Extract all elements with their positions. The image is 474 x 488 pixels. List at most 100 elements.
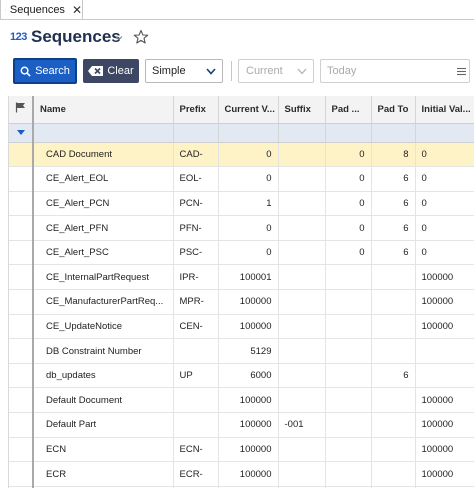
cell-pad-to: [371, 289, 416, 315]
column-header-prefix[interactable]: Prefix: [173, 96, 219, 124]
cell-suffix: [278, 264, 326, 291]
cell-prefix: PCN-: [173, 191, 219, 217]
search-button-label: Search: [35, 65, 70, 77]
cell-pad-character: [325, 264, 372, 291]
clear-button-label: Clear: [107, 65, 134, 77]
search-mode-select[interactable]: Simple: [145, 59, 223, 83]
table-row[interactable]: CE_Alert_PSC PSC- 0 0 6 0: [9, 240, 474, 266]
clear-icon: [88, 66, 104, 76]
row-flag-cell[interactable]: [9, 387, 34, 414]
cell-prefix: CEN-: [173, 314, 219, 340]
menu-icon[interactable]: [457, 67, 466, 76]
cell-current-value: 6000: [218, 363, 279, 389]
column-header-suffix[interactable]: Suffix: [278, 96, 326, 124]
cell-name: CE_UpdateNotice: [33, 314, 174, 340]
table-row[interactable]: CE_InternalPartRequest IPR- 100001 100000: [9, 264, 474, 291]
cell-pad-to: [371, 338, 416, 364]
cell-prefix: [173, 387, 219, 414]
column-header-name[interactable]: Name: [33, 96, 174, 124]
cell-pad-character: 0: [325, 191, 372, 217]
revision-select[interactable]: Current: [238, 59, 314, 83]
sequences-grid: Name Prefix Current V... Suffix Pad ... …: [8, 96, 474, 488]
table-row[interactable]: CE_Alert_PFN PFN- 0 0 6 0: [9, 215, 474, 241]
cell-initial-value: 0: [415, 142, 474, 168]
row-flag-cell[interactable]: [9, 363, 34, 389]
table-row[interactable]: DB Constraint Number 5129: [9, 338, 474, 364]
table-row[interactable]: CE_Alert_EOL EOL- 0 0 6 0: [9, 166, 474, 192]
cell-suffix: [278, 142, 326, 168]
cell-suffix: -001: [278, 412, 326, 438]
table-row[interactable]: Default Document 100000 100000: [9, 387, 474, 414]
clear-button[interactable]: Clear: [83, 59, 139, 83]
cell-pad-character: [325, 314, 372, 340]
row-flag-cell[interactable]: [9, 314, 34, 340]
table-row[interactable]: CE_ManufacturerPartReq... MPR- 100000 10000…: [9, 289, 474, 315]
star-icon[interactable]: [133, 29, 149, 45]
toolbar-divider: [231, 61, 232, 81]
column-header-current-value[interactable]: Current V...: [218, 96, 279, 124]
table-row[interactable]: CE_UpdateNotice CEN- 100000 100000: [9, 314, 474, 340]
cell-pad-to: 6: [371, 215, 416, 241]
row-flag-cell[interactable]: [9, 264, 34, 291]
column-header-pad-to[interactable]: Pad To: [371, 96, 416, 124]
row-flag-cell[interactable]: [9, 240, 34, 266]
cell-initial-value: [415, 363, 474, 389]
cell-pad-character: [325, 412, 372, 438]
search-mode-value: Simple: [152, 65, 186, 77]
cell-current-value: 1: [218, 191, 279, 217]
table-row[interactable]: CE_Alert_PCN PCN- 1 0 6 0: [9, 191, 474, 217]
cell-initial-value: 0: [415, 166, 474, 192]
cell-suffix: [278, 461, 326, 487]
row-flag-cell[interactable]: [9, 461, 34, 487]
row-flag-cell[interactable]: [9, 166, 34, 192]
cell-name: Default Part: [33, 412, 174, 438]
row-flag-cell[interactable]: [9, 215, 34, 241]
cell-initial-value: 100000: [415, 264, 474, 291]
cell-name: CE_Alert_PCN: [33, 191, 174, 217]
chevron-down-icon: [206, 68, 216, 75]
cell-current-value: 100000: [218, 289, 279, 315]
close-icon[interactable]: ✕: [72, 4, 82, 16]
filter-cell[interactable]: [371, 123, 416, 143]
cell-suffix: [278, 215, 326, 241]
cell-prefix: PFN-: [173, 215, 219, 241]
cell-name: CE_Alert_EOL: [33, 166, 174, 192]
row-flag-cell[interactable]: [9, 437, 34, 463]
cell-name: ECN: [33, 437, 174, 463]
cell-current-value: 100000: [218, 437, 279, 463]
row-flag-cell[interactable]: [9, 338, 34, 364]
filter-toggle[interactable]: [9, 123, 34, 143]
table-row[interactable]: CAD Document CAD- 0 0 8 0: [9, 142, 474, 168]
tab-sequences[interactable]: Sequences ✕: [0, 0, 83, 20]
filter-cell[interactable]: [415, 123, 474, 143]
row-flag-cell[interactable]: [9, 412, 34, 438]
cell-name: CE_Alert_PFN: [33, 215, 174, 241]
row-flag-cell[interactable]: [9, 142, 34, 168]
date-input[interactable]: [320, 59, 470, 83]
cell-initial-value: 100000: [415, 289, 474, 315]
filter-cell[interactable]: [218, 123, 279, 143]
filter-cell[interactable]: [278, 123, 326, 143]
table-row[interactable]: Default Part 100000 -001 100000: [9, 412, 474, 438]
flag-column-header[interactable]: [9, 96, 34, 124]
filter-cell[interactable]: [173, 123, 219, 143]
row-flag-cell[interactable]: [9, 191, 34, 217]
column-header-pad-character[interactable]: Pad ...: [325, 96, 372, 124]
chevron-down-icon[interactable]: [114, 33, 124, 43]
filter-cell[interactable]: [33, 123, 174, 143]
table-row[interactable]: ECR ECR- 100000 100000: [9, 461, 474, 487]
cell-prefix: PSC-: [173, 240, 219, 266]
cell-initial-value: 100000: [415, 314, 474, 340]
search-button[interactable]: Search: [13, 58, 77, 84]
table-row[interactable]: ECN ECN- 100000 100000: [9, 437, 474, 463]
row-flag-cell[interactable]: [9, 289, 34, 315]
cell-pad-character: 0: [325, 166, 372, 192]
cell-name: DB Constraint Number: [33, 338, 174, 364]
filter-cell[interactable]: [325, 123, 372, 143]
sequences-table: Name Prefix Current V... Suffix Pad ... …: [9, 96, 474, 488]
cell-initial-value: 100000: [415, 437, 474, 463]
cell-name: db_updates: [33, 363, 174, 389]
table-row[interactable]: db_updates UP 6000 6: [9, 363, 474, 389]
column-header-initial-value[interactable]: Initial Val...: [415, 96, 474, 124]
page-title: Sequences: [31, 27, 121, 46]
